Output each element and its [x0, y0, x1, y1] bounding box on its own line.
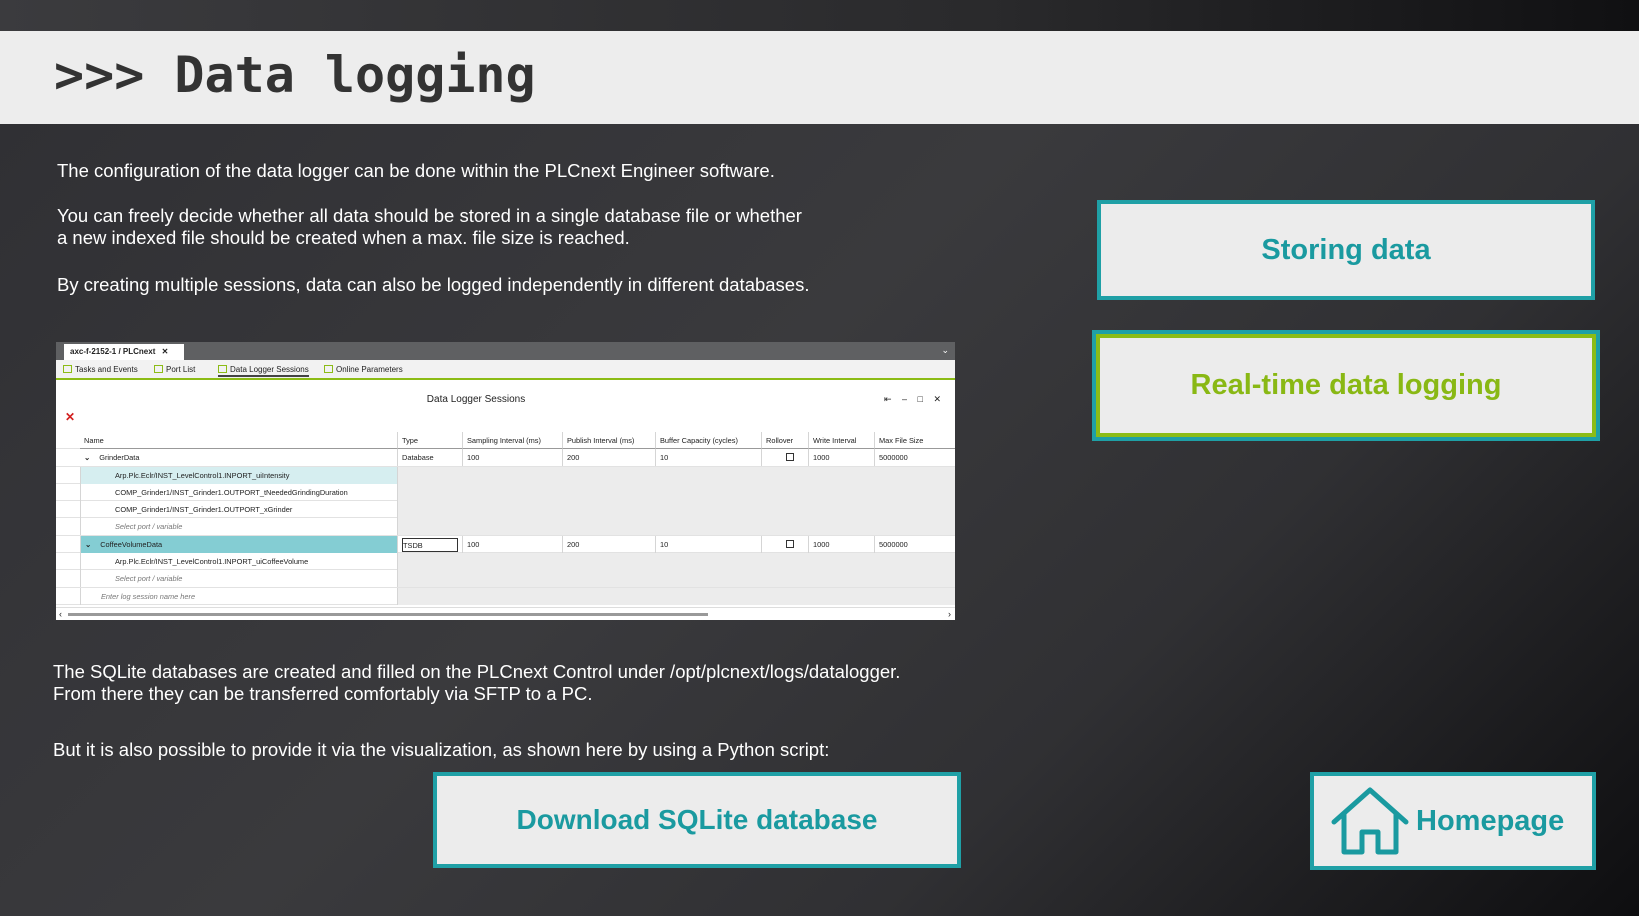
close-icon[interactable]: ✕ — [162, 347, 169, 356]
chevron-left-icon[interactable]: ‹ — [59, 609, 62, 619]
horizontal-scrollbar[interactable]: ‹ › — [56, 607, 955, 620]
realtime-logging-button[interactable]: Real-time data logging — [1096, 334, 1596, 437]
top-strip — [0, 0, 1639, 31]
empty-cells — [397, 466, 955, 484]
empty-cells — [397, 483, 955, 501]
sampling-cell[interactable]: 100 — [462, 449, 562, 467]
table-row[interactable]: ⌄ CoffeeVolumeData TSDB 100 200 10 1000 5… — [56, 535, 955, 554]
variable-cell[interactable]: COMP_Grinder1/INST_Grinder1.OUTPORT_tNee… — [80, 483, 397, 501]
publish-cell[interactable]: 200 — [562, 449, 655, 467]
tab-port-list[interactable]: Port List — [154, 365, 195, 374]
table-row[interactable]: Arp.Plc.Eclr/INST_LevelControl1.INPORT_u… — [56, 553, 955, 571]
intro-paragraph-2: You can freely decide whether all data s… — [57, 205, 802, 248]
chevron-down-icon[interactable]: ⌄ — [941, 345, 949, 356]
type-cell[interactable]: TSDB — [397, 535, 462, 553]
type-dropdown[interactable]: TSDB — [402, 537, 458, 552]
tab-label: Tasks and Events — [75, 365, 138, 374]
table-row[interactable]: Enter log session name here — [56, 587, 955, 605]
write-interval-cell[interactable]: 1000 — [808, 535, 874, 553]
panel-controls[interactable]: ⇤ – □ ✕ — [884, 394, 945, 405]
rollover-checkbox[interactable] — [786, 453, 794, 462]
column-header[interactable]: Sampling Interval (ms) — [462, 432, 562, 449]
add-session-cell[interactable]: Enter log session name here — [80, 587, 397, 605]
tab-tasks-and-events[interactable]: Tasks and Events — [63, 365, 138, 374]
session-name-cell[interactable]: ⌄ GrinderData — [80, 449, 397, 466]
chevron-right-icon[interactable]: › — [948, 609, 951, 619]
empty-cells — [397, 587, 955, 605]
download-sqlite-button[interactable]: Download SQLite database — [433, 772, 961, 868]
rollover-checkbox[interactable] — [786, 539, 794, 548]
empty-cells — [397, 518, 955, 536]
tasks-icon — [63, 365, 72, 373]
document-tab[interactable]: axc-f-2152-1 / PLCnext ✕ — [64, 344, 184, 360]
outro-paragraph-1: The SQLite databases are created and fil… — [53, 661, 901, 704]
type-cell[interactable]: Database — [397, 449, 462, 467]
publish-cell[interactable]: 200 — [562, 535, 655, 553]
variable-cell[interactable]: Arp.Plc.Eclr/INST_LevelControl1.INPORT_u… — [80, 466, 397, 484]
homepage-label: Homepage — [1416, 804, 1565, 837]
table-row[interactable]: Arp.Plc.Eclr/INST_LevelControl1.INPORT_u… — [56, 466, 955, 484]
document-tab-label: axc-f-2152-1 / PLCnext — [70, 347, 156, 356]
tab-online-parameters[interactable]: Online Parameters — [324, 365, 403, 374]
column-header[interactable]: Type — [397, 432, 462, 449]
table-row[interactable]: ⌄ GrinderData Database 100 200 10 1000 50… — [56, 449, 955, 467]
scrollbar-thumb[interactable] — [68, 613, 708, 616]
write-interval-cell[interactable]: 1000 — [808, 449, 874, 467]
rollover-cell[interactable] — [761, 535, 808, 553]
sampling-cell[interactable]: 100 — [462, 535, 562, 553]
chevron-down-icon[interactable]: ⌄ — [84, 453, 90, 462]
max-file-size-cell[interactable]: 5000000 — [874, 449, 955, 467]
home-icon — [1331, 787, 1409, 855]
chevron-down-icon[interactable]: ⌄ — [85, 540, 91, 549]
page-title: >>> Data logging — [54, 46, 536, 104]
tab-label: Online Parameters — [336, 365, 403, 374]
column-header[interactable]: Rollover — [761, 432, 808, 449]
outro-paragraph-2: But it is also possible to provide it vi… — [53, 739, 830, 760]
list-icon — [154, 365, 163, 373]
homepage-button[interactable]: Homepage — [1310, 772, 1596, 870]
editor-toolbar: Tasks and Events Port List Data Logger S… — [56, 360, 955, 380]
buffer-cell[interactable]: 10 — [655, 449, 761, 467]
tab-label: Data Logger Sessions — [230, 365, 309, 374]
data-logger-screenshot: axc-f-2152-1 / PLCnext ✕ ⌄ Tasks and Eve… — [56, 342, 955, 620]
add-variable-cell[interactable]: Select port / variable — [80, 518, 397, 536]
intro-paragraph-3: By creating multiple sessions, data can … — [57, 274, 810, 295]
logger-icon — [218, 365, 227, 373]
table-header: Name Type Sampling Interval (ms) Publish… — [56, 432, 955, 450]
tab-data-logger-sessions[interactable]: Data Logger Sessions — [218, 365, 309, 377]
empty-cells — [397, 570, 955, 588]
column-header[interactable]: Publish Interval (ms) — [562, 432, 655, 449]
sessions-table: Name Type Sampling Interval (ms) Publish… — [56, 432, 955, 605]
variable-cell[interactable]: COMP_Grinder1/INST_Grinder1.OUTPORT_xGri… — [80, 501, 397, 519]
add-variable-cell[interactable]: Select port / variable — [80, 570, 397, 588]
table-row[interactable]: Select port / variable — [56, 570, 955, 588]
braces-icon — [324, 365, 333, 373]
variable-cell[interactable]: Arp.Plc.Eclr/INST_LevelControl1.INPORT_u… — [80, 553, 397, 571]
delete-icon[interactable]: ✕ — [65, 410, 75, 424]
column-header[interactable]: Name — [80, 432, 397, 449]
table-row[interactable]: COMP_Grinder1/INST_Grinder1.OUTPORT_tNee… — [56, 483, 955, 502]
column-header[interactable]: Write Interval — [808, 432, 874, 449]
max-file-size-cell[interactable]: 5000000 — [874, 535, 955, 553]
panel-title: Data Logger Sessions — [426, 394, 526, 405]
session-name-cell[interactable]: ⌄ CoffeeVolumeData — [80, 535, 397, 553]
empty-cells — [397, 553, 955, 571]
rollover-cell[interactable] — [761, 449, 808, 467]
storing-data-button[interactable]: Storing data — [1097, 200, 1595, 300]
table-row[interactable]: Select port / variable — [56, 518, 955, 536]
table-row[interactable]: COMP_Grinder1/INST_Grinder1.OUTPORT_xGri… — [56, 501, 955, 519]
session-name: GrinderData — [99, 453, 140, 463]
tab-label: Port List — [166, 365, 196, 374]
intro-paragraph-1: The configuration of the data logger can… — [57, 160, 775, 181]
column-header[interactable]: Buffer Capacity (cycles) — [655, 432, 761, 449]
empty-cells — [397, 501, 955, 519]
session-name: CoffeeVolumeData — [100, 539, 163, 549]
document-tabbar: axc-f-2152-1 / PLCnext ✕ ⌄ — [56, 342, 955, 360]
column-header[interactable]: Max File Size — [874, 432, 955, 449]
buffer-cell[interactable]: 10 — [655, 535, 761, 553]
